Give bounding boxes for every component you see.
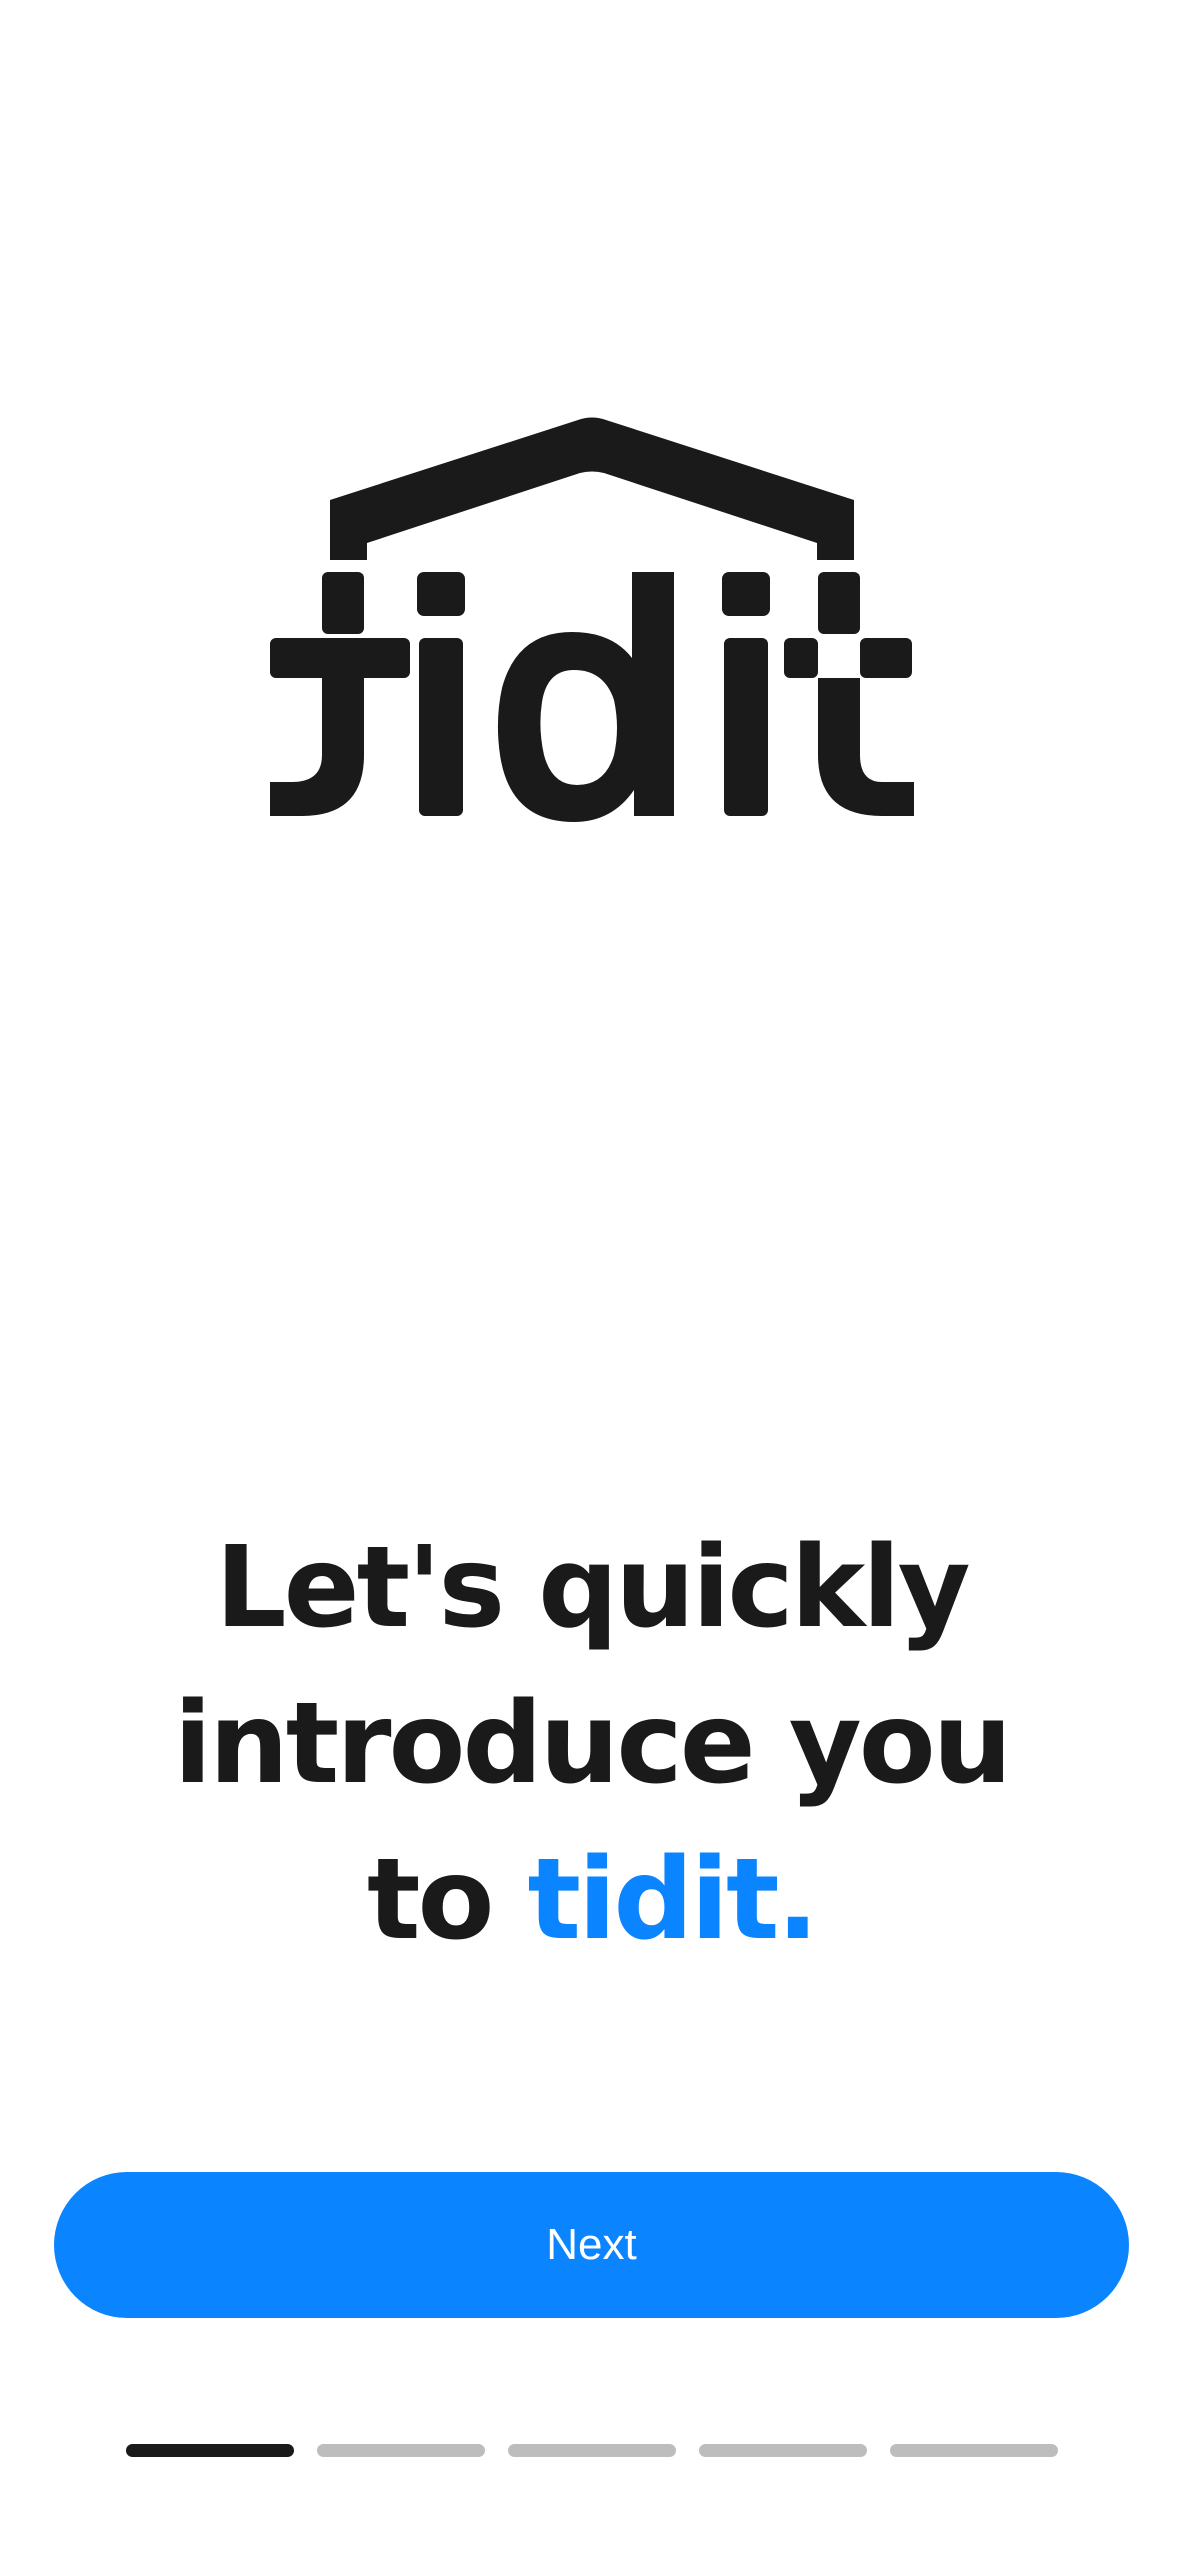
page-indicator-dot-4 xyxy=(699,2444,867,2457)
headline-line-2: introduce you xyxy=(173,1679,1013,1809)
headline-line-1: Let's quickly xyxy=(215,1523,970,1653)
logo-t-bar-left xyxy=(270,638,410,678)
page-indicator-dot-1-active xyxy=(126,2444,294,2457)
logo-i2-stem xyxy=(724,638,768,816)
page-indicator-dot-2 xyxy=(317,2444,485,2457)
page-indicator-dot-5 xyxy=(890,2444,1058,2457)
logo-roof xyxy=(330,417,854,560)
tidit-logo xyxy=(270,417,914,822)
next-button[interactable]: Next xyxy=(54,2172,1129,2318)
logo-i2-dot xyxy=(722,572,770,616)
logo-t2-bar-left xyxy=(784,638,818,678)
headline-line-3-prefix: to xyxy=(366,1835,494,1965)
logo-t2-bar-right xyxy=(860,638,912,678)
logo-i-dot xyxy=(417,572,465,616)
intro-headline: Let's quickly introduce you to tidit. xyxy=(120,1510,1063,1978)
headline-brand-name: tidit. xyxy=(527,1835,819,1965)
page-indicator-dot-3 xyxy=(508,2444,676,2457)
logo-t-stem-bottom xyxy=(270,678,364,816)
logo-i-stem xyxy=(419,638,463,816)
logo-d xyxy=(497,572,674,822)
logo-t2-stem-top xyxy=(818,572,860,634)
logo-t-stem-top xyxy=(322,572,364,634)
logo-t2-stem-bottom xyxy=(818,678,914,816)
page-indicator xyxy=(126,2444,1058,2458)
